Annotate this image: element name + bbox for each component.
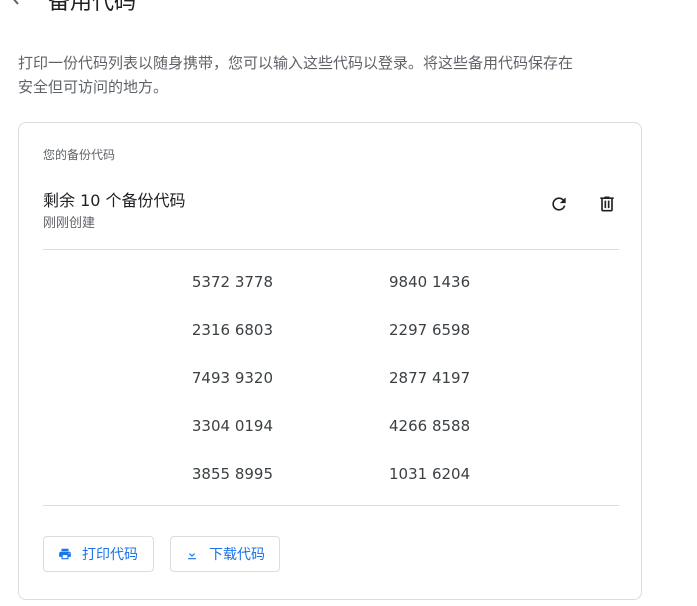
divider — [43, 505, 619, 506]
backup-code: 2877 4197 — [389, 369, 471, 387]
backup-code: 5372 3778 — [191, 273, 273, 291]
delete-codes-button[interactable] — [591, 190, 623, 222]
print-codes-label: 打印代码 — [82, 547, 138, 563]
download-icon — [185, 547, 199, 561]
codes-list: 5372 3778 9840 1436 2316 6803 2297 6598 … — [43, 261, 619, 501]
download-codes-label: 下载代码 — [209, 547, 265, 563]
card-label: 您的备份代码 — [43, 148, 116, 162]
backup-code: 7493 9320 — [191, 369, 273, 387]
header: 备用代码 — [0, 0, 697, 16]
remaining-count-text: 剩余 10 个备份代码 — [43, 191, 186, 210]
code-row: 2316 6803 2297 6598 — [43, 309, 619, 357]
code-row: 3304 0194 4266 8588 — [43, 405, 619, 453]
backup-code: 2316 6803 — [191, 321, 273, 339]
backup-code: 9840 1436 — [389, 273, 471, 291]
backup-codes-card: 您的备份代码 剩余 10 个备份代码 刚刚创建 5372 3778 9840 1… — [18, 122, 642, 600]
download-codes-button[interactable]: 下载代码 — [170, 536, 280, 572]
printer-icon — [58, 547, 72, 561]
code-row: 3855 8995 1031 6204 — [43, 453, 619, 501]
trash-icon — [597, 194, 617, 218]
created-status-text: 刚刚创建 — [43, 216, 96, 231]
divider — [43, 249, 619, 250]
backup-code: 2297 6598 — [389, 321, 471, 339]
code-row: 7493 9320 2877 4197 — [43, 357, 619, 405]
arrow-back-icon[interactable] — [8, 0, 22, 6]
refresh-icon — [549, 194, 569, 218]
backup-code: 4266 8588 — [389, 417, 471, 435]
code-row: 5372 3778 9840 1436 — [43, 261, 619, 309]
description-text: 打印一份代码列表以随身携带，您可以输入这些代码以登录。将这些备用代码保存在安全但… — [18, 54, 574, 96]
page-title: 备用代码 — [48, 0, 137, 15]
backup-code: 3304 0194 — [191, 417, 273, 435]
backup-code: 3855 8995 — [191, 465, 273, 483]
print-codes-button[interactable]: 打印代码 — [43, 536, 154, 572]
backup-code: 1031 6204 — [389, 465, 471, 483]
backup-codes-page: 备用代码 打印一份代码列表以随身携带，您可以输入这些代码以登录。将这些备用代码保… — [0, 0, 697, 606]
refresh-codes-button[interactable] — [543, 190, 575, 222]
